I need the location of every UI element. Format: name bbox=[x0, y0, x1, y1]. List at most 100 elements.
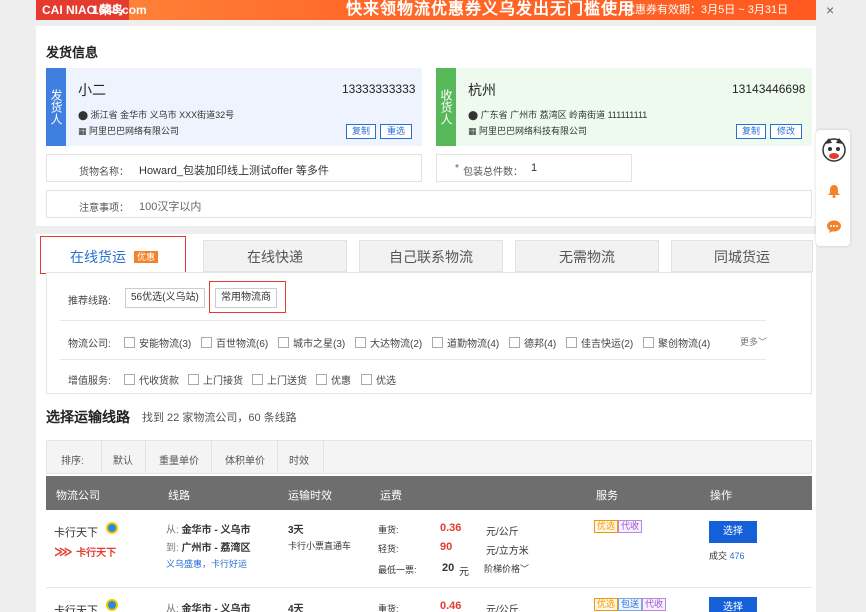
bell-icon[interactable] bbox=[827, 184, 841, 198]
receiver-address: ⬤ 广东省 广州市 荔湾区 岭南街道 111111111 bbox=[468, 110, 648, 120]
divider bbox=[101, 441, 102, 473]
heavy-price: 0.36 bbox=[440, 522, 462, 534]
transit-days: 4天 bbox=[288, 604, 304, 612]
route-chip[interactable]: 56优选(义乌站) bbox=[125, 288, 205, 308]
route-stations-link[interactable]: 义乌盛惠，卡行好运 bbox=[166, 557, 247, 570]
sort-bar: 排序: 默认 重量单价 体积单价 时效 bbox=[46, 440, 812, 474]
tag-preferred: 优选 bbox=[594, 598, 619, 611]
divider bbox=[145, 441, 146, 473]
min-unit: 元 bbox=[459, 567, 469, 578]
sort-weight-price[interactable]: 重量单价 bbox=[159, 452, 199, 467]
service-checkbox[interactable]: 优惠 bbox=[316, 372, 351, 387]
company-checkbox[interactable]: 城市之星(3) bbox=[278, 335, 345, 350]
tab-highlight-box bbox=[40, 236, 186, 274]
company-checkbox[interactable]: 百世物流(6) bbox=[201, 335, 268, 350]
company-checkbox[interactable]: 安能物流(3) bbox=[124, 335, 191, 350]
carrier-name[interactable]: 卡行天下 bbox=[54, 524, 98, 540]
company-checkbox[interactable]: 德邦(4) bbox=[509, 335, 556, 350]
tier-price-toggle[interactable]: 阶梯价格﹀ bbox=[484, 562, 529, 575]
goods-value: Howard_包装加印线上测试offer 等多件 bbox=[139, 165, 329, 177]
building-icon: ▦ bbox=[78, 126, 90, 136]
chat-icon[interactable] bbox=[826, 220, 842, 234]
header-fee: 运费 bbox=[380, 490, 402, 502]
sender-side-label: 发货人 bbox=[46, 68, 66, 146]
sort-volume-price[interactable]: 体积单价 bbox=[225, 452, 265, 467]
goods-label: 货物名称： bbox=[79, 167, 129, 178]
receiver-name: 杭州 bbox=[468, 82, 496, 98]
transit-days: 3天 bbox=[288, 525, 304, 536]
sender-company: ▦ 阿里巴巴网络有限公司 bbox=[78, 126, 180, 136]
route-to: 到: 广州市 - 荔湾区 bbox=[166, 543, 251, 554]
route-from: 从: 金华市 - 义乌市 bbox=[166, 604, 251, 612]
deal-count: 成交 476 bbox=[709, 551, 745, 561]
sort-label: 排序: bbox=[61, 456, 84, 467]
service-checkbox[interactable]: 上门接货 bbox=[188, 372, 243, 387]
tab-online-express[interactable]: 在线快递 bbox=[203, 240, 347, 272]
sort-time[interactable]: 时效 bbox=[289, 452, 309, 467]
receiver-copy-button[interactable]: 复制 bbox=[736, 124, 766, 139]
company-checkbox[interactable]: 道勤物流(4) bbox=[432, 335, 499, 350]
sender-card: 发货人 小二 13333333333 ⬤ 浙江省 金华市 义乌市 XXX街道32… bbox=[46, 68, 422, 146]
goods-field[interactable]: 货物名称： Howard_包装加印线上测试offer 等多件 bbox=[46, 154, 422, 182]
light-price: 90 bbox=[440, 541, 453, 553]
package-count-field[interactable]: * 包装总件数： 1 bbox=[436, 154, 632, 182]
table-row bbox=[46, 510, 812, 588]
heavy-label: 重货: bbox=[378, 604, 399, 612]
building-icon: ▦ bbox=[468, 126, 480, 136]
location-icon: ⬤ bbox=[78, 110, 91, 120]
more-toggle[interactable]: 更多﹀ bbox=[740, 335, 767, 348]
receiver-card: 收货人 杭州 13143446698 ⬤ 广东省 广州市 荔湾区 岭南街道 11… bbox=[436, 68, 812, 146]
tab-self-contact[interactable]: 自己联系物流 bbox=[359, 240, 503, 272]
receiver-modify-button[interactable]: 修改 bbox=[770, 124, 802, 139]
service-checkbox[interactable]: 上门送货 bbox=[252, 372, 307, 387]
header-service: 服务 bbox=[596, 490, 618, 502]
note-field[interactable]: 注意事项： 100汉字以内 bbox=[46, 190, 812, 218]
shipping-title: 发货信息 bbox=[46, 45, 99, 60]
company-checkbox[interactable]: 大达物流(2) bbox=[355, 335, 422, 350]
receiver-company: ▦ 阿里巴巴网络科技有限公司 bbox=[468, 126, 588, 136]
tab-same-city[interactable]: 同城货运 bbox=[671, 240, 813, 272]
carrier-verified-icon bbox=[106, 522, 118, 534]
routes-title: 选择运输线路 bbox=[46, 409, 130, 425]
sender-copy-button[interactable]: 复制 bbox=[346, 124, 376, 139]
divider bbox=[323, 441, 324, 473]
tab-no-logistics[interactable]: 无需物流 bbox=[515, 240, 659, 272]
header-time: 运输时效 bbox=[288, 490, 332, 502]
close-icon[interactable]: × bbox=[826, 2, 834, 18]
transit-mode: 卡行小票直通车 bbox=[288, 541, 352, 551]
sender-reselect-button[interactable]: 重选 bbox=[380, 124, 412, 139]
service-checkbox[interactable]: 优选 bbox=[361, 372, 396, 387]
note-input[interactable]: 100汉字以内 bbox=[139, 198, 201, 214]
package-count-label: 包装总件数： bbox=[463, 167, 523, 178]
kx-logo-icon: ⋙ bbox=[54, 544, 77, 559]
table-row bbox=[46, 589, 812, 612]
receiver-phone: 13143446698 bbox=[732, 82, 806, 96]
sort-default[interactable]: 默认 bbox=[113, 452, 133, 467]
sender-phone: 13333333333 bbox=[342, 82, 416, 96]
company-checkbox[interactable]: 佳吉快运(2) bbox=[566, 335, 633, 350]
mascot-icon[interactable] bbox=[821, 136, 847, 166]
service-label: 增值服务: bbox=[68, 376, 111, 387]
light-unit: 元/立方米 bbox=[486, 546, 529, 557]
1688-logo: 1688.com bbox=[92, 3, 147, 17]
select-route-button[interactable]: 选择 bbox=[709, 521, 757, 543]
heavy-unit: 元/公斤 bbox=[486, 527, 519, 538]
promo-banner[interactable]: CAI NIAO 菜鸟 1688.com 快来领物流优惠券义乌发出无门槛使用 优… bbox=[36, 0, 816, 20]
tag-preferred: 优选 bbox=[594, 520, 619, 533]
header-company: 物流公司 bbox=[56, 490, 100, 502]
header-route: 线路 bbox=[168, 490, 190, 502]
routes-summary: 找到 22 家物流公司，60 条线路 bbox=[142, 412, 297, 424]
service-checkbox[interactable]: 代收货款 bbox=[124, 372, 179, 387]
company-checkbox[interactable]: 聚创物流(4) bbox=[643, 335, 710, 350]
tag-delivery: 包送 bbox=[618, 598, 643, 611]
min-price: 20 bbox=[442, 562, 455, 574]
heavy-unit: 元/公斤 bbox=[486, 605, 519, 612]
heavy-label: 重货: bbox=[378, 525, 399, 535]
chevron-down-icon: ﹀ bbox=[758, 337, 768, 347]
heavy-price: 0.46 bbox=[440, 600, 462, 612]
route-label: 推荐线路: bbox=[68, 296, 111, 307]
select-route-button[interactable]: 选择 bbox=[709, 597, 757, 612]
carrier-name[interactable]: 卡行天下 bbox=[54, 602, 98, 612]
divider bbox=[60, 359, 766, 360]
divider bbox=[60, 320, 766, 321]
